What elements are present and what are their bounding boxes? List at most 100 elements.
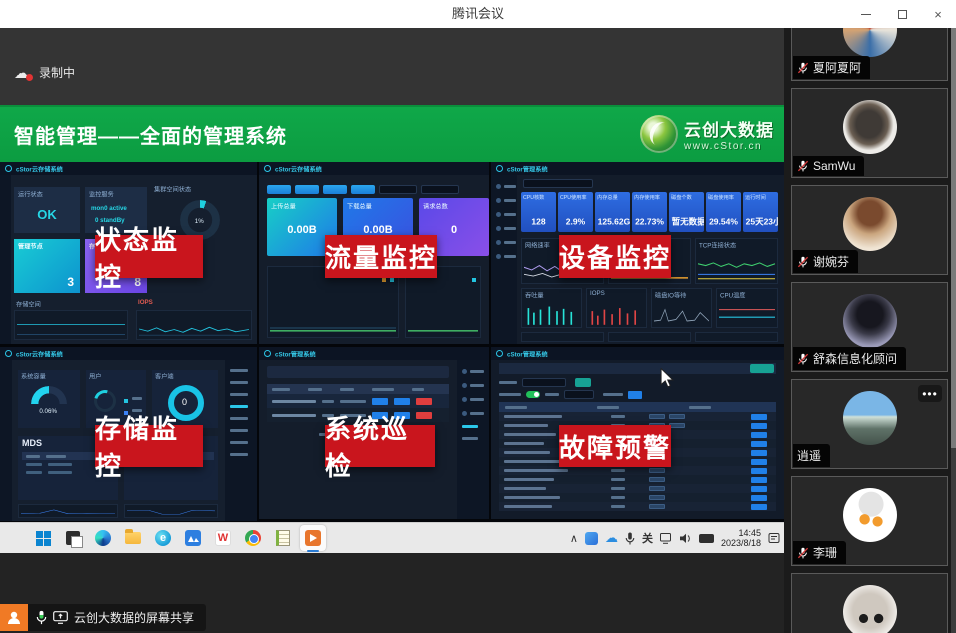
- detail-button[interactable]: [751, 450, 767, 456]
- range-button[interactable]: [323, 185, 347, 194]
- detail-button[interactable]: [751, 504, 767, 510]
- detail-button[interactable]: [751, 414, 767, 420]
- logo-url: www.cStor.cn: [684, 141, 774, 152]
- avatar: [843, 585, 897, 633]
- more-options-button[interactable]: •••: [918, 385, 942, 402]
- notification-icon[interactable]: [768, 532, 780, 544]
- dashboard-mosaic: cStor云存储系统 运行状态 OK 监控服务 mon0 active 0 st…: [0, 162, 784, 522]
- participant-tile[interactable]: 李珊: [791, 476, 948, 566]
- date-input[interactable]: [421, 185, 459, 194]
- edge-button[interactable]: [90, 525, 116, 551]
- participants-sidebar: 夏阿夏阿 SamWu 谢婉芬 舒森信息化顾问: [784, 28, 956, 633]
- browser-e-icon: e: [155, 530, 171, 546]
- delete-button[interactable]: [416, 398, 432, 405]
- iops-device-chart: IOPS: [586, 288, 647, 328]
- maximize-button[interactable]: [884, 0, 920, 28]
- detail-button[interactable]: [751, 459, 767, 465]
- task-view-button[interactable]: [60, 525, 86, 551]
- interval-select[interactable]: [564, 390, 594, 399]
- apply-button[interactable]: [628, 391, 642, 399]
- create-button[interactable]: [750, 364, 774, 373]
- wps-button[interactable]: W: [210, 525, 236, 551]
- file-explorer-button[interactable]: [120, 525, 146, 551]
- participant-tile[interactable]: [791, 573, 948, 633]
- participant-tile[interactable]: SamWu: [791, 88, 948, 178]
- stat-label: 磁盘使用率: [708, 193, 734, 201]
- presentation-button[interactable]: [300, 525, 326, 551]
- participant-tile[interactable]: ••• 逍遥: [791, 379, 948, 469]
- space-chart-title: 存储空间: [16, 299, 41, 308]
- stat-label: CPU核数: [523, 193, 544, 201]
- panel-header: cStor管理系统: [507, 164, 548, 173]
- start-button[interactable]: [30, 525, 56, 551]
- mon-line1: mon0 active: [91, 205, 127, 212]
- row-cell: [504, 496, 560, 499]
- detail-button[interactable]: [751, 423, 767, 429]
- filter-input[interactable]: [522, 378, 566, 387]
- cloud-sync-icon[interactable]: ☁: [605, 530, 618, 546]
- range-button[interactable]: [351, 185, 375, 194]
- detail-button[interactable]: [751, 495, 767, 501]
- date-input[interactable]: [379, 185, 417, 194]
- cstor-mini-logo: [264, 350, 271, 357]
- detail-button[interactable]: [751, 432, 767, 438]
- company-logo: 云创大数据 www.cStor.cn: [640, 115, 774, 153]
- overlay-status-monitor: 状态监控: [95, 235, 203, 278]
- participant-tile[interactable]: 夏阿夏阿: [791, 28, 948, 81]
- row-cell: [611, 496, 625, 499]
- row-cell: [611, 469, 625, 472]
- device-stat-card: CPU使用率2.9%: [558, 192, 593, 232]
- range-button[interactable]: [267, 185, 291, 194]
- row-cell: [504, 460, 564, 463]
- notes-button[interactable]: [270, 525, 296, 551]
- row-cell: [669, 414, 685, 419]
- taskbar-clock[interactable]: 14:45 2023/8/18: [721, 528, 761, 548]
- slide-title: 智能管理——全面的管理系统: [14, 120, 287, 149]
- tray-device-icon[interactable]: [699, 534, 714, 543]
- alert-toggle-row: [499, 390, 642, 399]
- stat-label: CPU使用率: [560, 193, 587, 201]
- close-button[interactable]: ×: [920, 0, 956, 28]
- cstor-mini-logo: [496, 350, 503, 357]
- tray-mic-icon[interactable]: [625, 532, 635, 545]
- panel-header: cStor管理系统: [275, 349, 316, 358]
- titlebar: 腾讯会议 ×: [0, 0, 956, 28]
- mgmt-node-card[interactable]: 管理节点 3: [14, 239, 80, 293]
- tray-app-icon[interactable]: [585, 532, 598, 545]
- screen-share-indicator[interactable]: 云创大数据的屏幕共享: [0, 604, 206, 631]
- cstor-mini-logo: [5, 350, 12, 357]
- chrome-button[interactable]: [240, 525, 266, 551]
- scrollbar-thumb[interactable]: [951, 28, 956, 448]
- tray-expand-chevron-icon[interactable]: ∧: [570, 532, 578, 545]
- detail-button[interactable]: [751, 441, 767, 447]
- minimize-button[interactable]: [848, 0, 884, 28]
- name-chip: 夏阿夏阿: [793, 56, 870, 79]
- participant-tile[interactable]: 谢婉芬: [791, 185, 948, 275]
- browser-button[interactable]: e: [150, 525, 176, 551]
- name-chip: 谢婉芬: [793, 250, 858, 273]
- ime-indicator[interactable]: 关: [642, 530, 653, 546]
- host-select[interactable]: [523, 179, 593, 188]
- sidebar-scrollbar[interactable]: [951, 28, 956, 633]
- range-button[interactable]: [295, 185, 319, 194]
- meeting-app-button[interactable]: [180, 525, 206, 551]
- tray-display-icon[interactable]: [660, 533, 673, 544]
- detail-button[interactable]: [751, 486, 767, 492]
- filter-button[interactable]: [575, 378, 591, 387]
- detail-button[interactable]: [751, 468, 767, 474]
- download-button[interactable]: [394, 398, 410, 405]
- recording-label: 录制中: [39, 64, 75, 81]
- inspect-row: [267, 394, 449, 408]
- alert-toggle[interactable]: [526, 391, 540, 398]
- tray-speaker-icon[interactable]: [680, 533, 692, 544]
- inspect-search-bar[interactable]: [267, 366, 449, 378]
- recording-indicator[interactable]: ☁ 录制中: [14, 64, 75, 81]
- detail-button[interactable]: [751, 477, 767, 483]
- inspect-table-header: [267, 384, 449, 394]
- card-label: 管理节点: [18, 241, 43, 250]
- participant-tile[interactable]: 舒森信息化顾问: [791, 282, 948, 372]
- device-stat-card: 运行时间25天23小时: [743, 192, 778, 232]
- name-chip: SamWu: [793, 156, 864, 176]
- view-button[interactable]: [372, 398, 388, 405]
- participant-name: SamWu: [813, 159, 855, 173]
